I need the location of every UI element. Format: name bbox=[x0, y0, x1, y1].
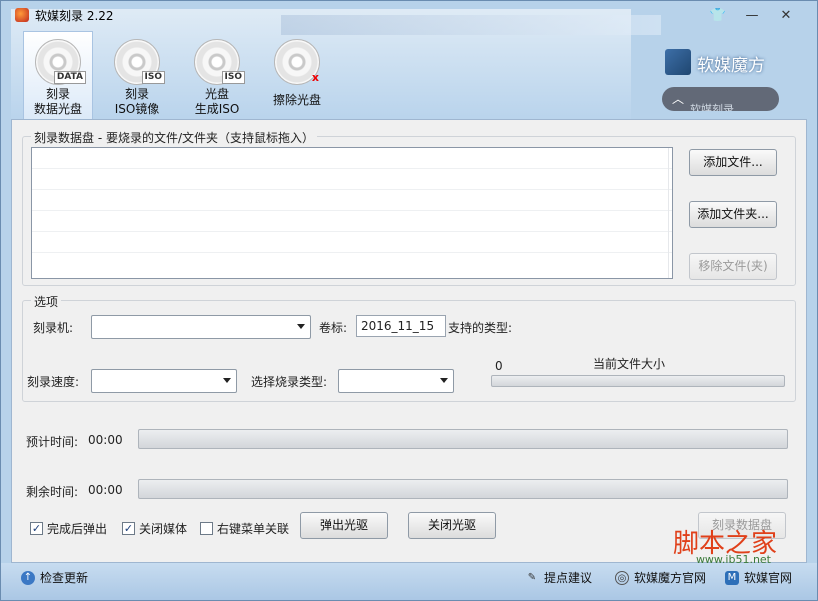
disc-tag-label: ISO bbox=[141, 71, 165, 84]
toolbar-label: 擦除光盘 bbox=[272, 93, 321, 107]
suggest-link[interactable]: ✎ 提点建议 bbox=[525, 569, 592, 586]
toolbar-erase-disc[interactable]: x 擦除光盘 bbox=[262, 39, 332, 108]
toolbar-disc-to-iso[interactable]: ISO 光盘 生成ISO bbox=[182, 39, 252, 117]
eject-drive-button[interactable]: 弹出光驱 bbox=[300, 512, 388, 539]
current-size-value: 0 bbox=[495, 359, 503, 373]
toolbar-label: 刻录 ISO镜像 bbox=[114, 87, 160, 116]
chevron-down-icon bbox=[223, 378, 231, 383]
options-group: 选项 刻录机: 卷标: 2016_11_15 支持的类型: 刻录速度: 选择烧录… bbox=[22, 293, 796, 402]
checkbox-box[interactable]: ✓ bbox=[30, 522, 43, 535]
burner-select[interactable] bbox=[91, 315, 311, 339]
ruanmei-logo-icon: M bbox=[725, 570, 739, 585]
checkbox-label: 右键菜单关联 bbox=[217, 522, 290, 536]
mofang-site-label: 软媒魔方官网 bbox=[634, 571, 707, 585]
collapse-button[interactable]: ︿ 软媒刻录 bbox=[662, 87, 779, 111]
erase-disc-icon: x bbox=[274, 39, 320, 85]
close-media-checkbox[interactable]: ✓ 关闭媒体 bbox=[122, 520, 187, 537]
checkbox-box[interactable] bbox=[200, 522, 213, 535]
brand-name: 软媒魔方 bbox=[697, 56, 765, 76]
toolbar-burn-iso[interactable]: ISO 刻录 ISO镜像 bbox=[102, 39, 172, 117]
main-panel: 刻录数据盘 - 要烧录的文件/文件夹（支持鼠标拖入） 添加文件... 添加文件夹… bbox=[11, 119, 807, 563]
speed-label: 刻录速度: bbox=[27, 375, 80, 389]
column-divider bbox=[668, 148, 669, 278]
disc-tag-label: DATA bbox=[53, 71, 86, 84]
arrow-up-icon: ↑ bbox=[21, 570, 35, 585]
erase-x-mark: x bbox=[311, 71, 319, 84]
list-row bbox=[32, 148, 672, 169]
burn-type-label: 选择烧录类型: bbox=[251, 375, 328, 389]
remaining-time-value: 00:00 bbox=[88, 483, 123, 497]
data-disc-icon: DATA bbox=[35, 39, 86, 85]
remaining-time-label: 剩余时间: bbox=[26, 485, 79, 499]
size-progress-bar bbox=[491, 375, 785, 387]
estimated-progress-bar bbox=[138, 429, 788, 449]
add-folder-button[interactable]: 添加文件夹... bbox=[689, 201, 777, 228]
list-row bbox=[32, 190, 672, 211]
current-size-label: 当前文件大小 bbox=[593, 357, 666, 371]
title-bar: 软媒刻录 2.22 👕 — ✕ bbox=[1, 1, 817, 29]
suggest-label: 提点建议 bbox=[544, 571, 593, 585]
app-window: 软媒刻录 2.22 👕 — ✕ DATA 刻录 数据光盘 ISO 刻录 ISO镜像 … bbox=[0, 0, 818, 601]
remaining-progress-bar bbox=[138, 479, 788, 499]
make-iso-disc-icon: ISO bbox=[194, 39, 245, 85]
status-bar: ↑ 检查更新 ✎ 提点建议 ◎ 软媒魔方官网 M 软媒官网 bbox=[1, 563, 817, 600]
disc-tag-label: ISO bbox=[221, 71, 245, 84]
eject-after-checkbox[interactable]: ✓ 完成后弹出 bbox=[30, 520, 107, 537]
iso-disc-icon: ISO bbox=[114, 39, 165, 85]
checkbox-label: 关闭媒体 bbox=[139, 522, 188, 536]
options-legend: 选项 bbox=[31, 293, 62, 310]
context-menu-checkbox[interactable]: 右键菜单关联 bbox=[200, 520, 289, 537]
burn-group-legend: 刻录数据盘 - 要烧录的文件/文件夹（支持鼠标拖入） bbox=[31, 129, 318, 146]
burn-files-group: 刻录数据盘 - 要烧录的文件/文件夹（支持鼠标拖入） 添加文件... 添加文件夹… bbox=[22, 129, 796, 286]
window-title: 软媒刻录 2.22 bbox=[35, 9, 114, 23]
burn-type-select[interactable] bbox=[338, 369, 454, 393]
check-update-label: 检查更新 bbox=[40, 571, 89, 585]
pen-icon: ✎ bbox=[527, 571, 537, 583]
minimize-button[interactable]: — bbox=[741, 7, 763, 25]
volume-label: 卷标: bbox=[319, 321, 348, 335]
supported-types-label: 支持的类型: bbox=[448, 321, 513, 335]
list-row bbox=[32, 232, 672, 253]
burner-label: 刻录机: bbox=[33, 321, 74, 335]
mofang-logo-icon bbox=[665, 49, 691, 75]
close-drive-button[interactable]: 关闭光驱 bbox=[408, 512, 496, 539]
collapse-button-label: 软媒刻录 bbox=[690, 103, 734, 111]
estimated-time-label: 预计时间: bbox=[26, 435, 79, 449]
toolbar-label: 刻录 数据光盘 bbox=[33, 87, 82, 116]
estimated-time-value: 00:00 bbox=[88, 433, 123, 447]
toolbar-burn-data-disc[interactable]: DATA 刻录 数据光盘 bbox=[23, 39, 93, 117]
file-list[interactable] bbox=[31, 147, 673, 279]
speed-select[interactable] bbox=[91, 369, 237, 393]
chevron-down-icon bbox=[297, 324, 305, 329]
chevron-up-icon: ︿ bbox=[672, 92, 685, 106]
list-row bbox=[32, 211, 672, 232]
skin-icon[interactable]: 👕 bbox=[707, 7, 729, 25]
mofang-site-link[interactable]: ◎ 软媒魔方官网 bbox=[615, 569, 706, 586]
toolbar-label: 光盘 生成ISO bbox=[194, 87, 240, 116]
add-file-button[interactable]: 添加文件... bbox=[689, 149, 777, 176]
remove-file-button[interactable]: 移除文件(夹) bbox=[689, 253, 777, 280]
check-update-link[interactable]: ↑ 检查更新 bbox=[21, 569, 88, 586]
checkbox-label: 完成后弹出 bbox=[47, 522, 108, 536]
list-row bbox=[32, 169, 672, 190]
ruanmei-site-label: 软媒官网 bbox=[744, 571, 793, 585]
ruanmei-site-link[interactable]: M 软媒官网 bbox=[725, 569, 792, 586]
checkbox-box[interactable]: ✓ bbox=[122, 522, 135, 535]
volume-input[interactable]: 2016_11_15 bbox=[356, 315, 446, 337]
chevron-down-icon bbox=[440, 378, 448, 383]
close-button[interactable]: ✕ bbox=[775, 7, 797, 25]
globe-icon: ◎ bbox=[615, 570, 629, 585]
app-icon bbox=[15, 8, 29, 22]
